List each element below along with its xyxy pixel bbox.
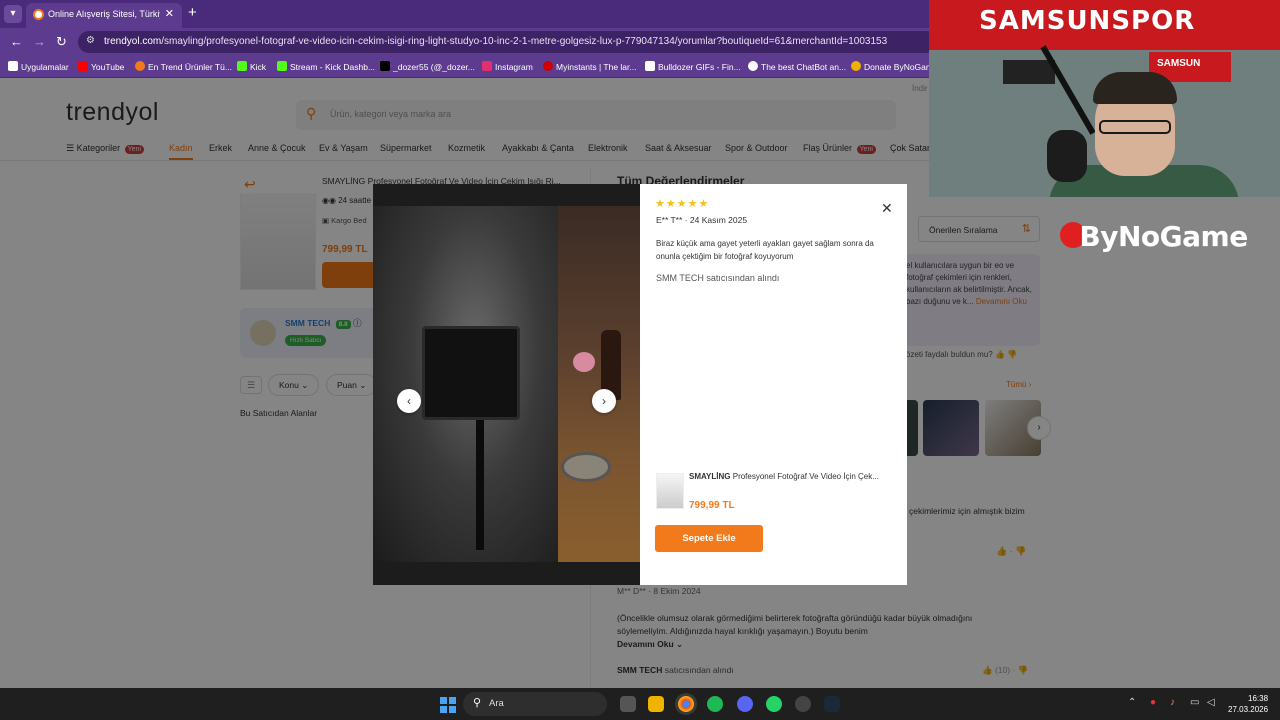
kick-icon [237,61,247,71]
bookmark-instagram[interactable]: Instagram [482,61,533,72]
bookmark-kick[interactable]: Kick [237,61,266,72]
discord-icon[interactable] [737,696,753,712]
bookmark-chatbot[interactable]: The best ChatBot an... [748,61,846,72]
whatsapp-icon[interactable] [766,696,782,712]
tray-app-icon[interactable]: ● [1150,697,1156,708]
bookmark-tiktok[interactable]: _dozer55 (@_dozer... [380,61,475,72]
streamer-glasses [1099,120,1171,134]
microphone-image [1047,130,1087,182]
network-icon[interactable]: ▭ [1190,697,1199,708]
windows-start-icon[interactable] [440,697,456,713]
bookmark-gifs[interactable]: Bulldozer GIFs - Fin... [645,61,741,72]
flower-image [573,352,595,372]
search-icon: ⚲ [473,697,482,709]
bynogame-logo: . ByNoGame [1079,220,1248,253]
light-stand-image [476,420,484,550]
task-view-icon[interactable] [620,696,636,712]
spotify-icon[interactable] [707,696,723,712]
chrome-icon[interactable] [678,696,694,712]
browser-tab[interactable]: Online Alışveriş Sitesi, Türkiye'nin... … [26,3,182,28]
mic-arm-image [1040,45,1096,135]
clock-date: 27.03.2026 [1228,705,1269,714]
scarf-text: SAMSUNSPOR [979,6,1196,36]
bookmark-kick-dashboard[interactable]: Stream - Kick Dashb... [277,61,375,72]
bookmark-youtube[interactable]: YouTube [78,61,124,72]
clock[interactable]: 16:38 27.03.2026 [1228,693,1268,715]
modal-product-name[interactable]: SMAYLİNG Profesyonel Fotoğraf Ve Video İ… [689,472,893,481]
site-info-icon[interactable]: ⚙ [86,35,95,46]
clock-time: 16:38 [1248,694,1269,703]
webcam-overlay: SAMSUNSPOR SAMSUN [929,0,1280,197]
obs-icon[interactable] [795,696,811,712]
tab-title: Online Alışveriş Sitesi, Türkiye'nin... [48,9,160,19]
taskbar-search-label: Ara [489,698,504,709]
review-photo-modal: ‹ › ✕ ★★★★★ E** T** · 24 Kasım 2025 Bira… [373,184,907,585]
streamer-hair [1093,72,1177,104]
back-icon[interactable]: ← [10,34,23,49]
instagram-icon [482,61,492,71]
review-photo-gallery: ‹ › [373,184,640,585]
review-photo-next [558,206,640,562]
trendyol-icon [135,61,145,71]
bookmark-donate[interactable]: Donate ByNoGam [851,61,933,72]
myinstants-icon [543,61,553,71]
volume-icon[interactable]: ◁ [1207,697,1215,708]
reload-icon[interactable]: ↻ [56,34,67,50]
light-panel-image [422,326,520,420]
modal-product-price: 799,99 TL [689,500,735,511]
chevron-left-icon[interactable]: ‹ [397,389,421,413]
scarf-banner: SAMSUNSPOR [929,0,1280,50]
windows-taskbar: ⚲ Ara ⌃ ● ♪ ▭ ◁ 16:38 27.03.2026 [0,688,1280,720]
modal-product-image[interactable] [656,473,684,509]
file-explorer-icon[interactable] [648,696,664,712]
bookmark-myinstants[interactable]: Myinstants | The lar... [543,61,636,72]
apps-grid-icon [8,61,18,71]
bookmark-apps[interactable]: Uygulamalar [8,61,69,72]
chevron-right-icon[interactable]: › [592,389,616,413]
url-input[interactable]: ⚙ trendyol.com/smayling/profesyonel-foto… [78,31,938,53]
trendyol-favicon-icon [33,9,44,20]
tab-close-icon[interactable]: ✕ [165,7,174,20]
new-tab-button[interactable]: + [188,4,197,21]
rating-stars: ★★★★★ [655,198,710,210]
flag-text: SAMSUN [1157,58,1201,69]
youtube-icon [78,61,88,71]
donate-icon [851,61,861,71]
gif-icon [645,61,655,71]
chatgpt-icon [748,61,758,71]
steam-icon[interactable] [824,696,840,712]
tiktok-icon [380,61,390,71]
taskbar-search[interactable]: ⚲ Ara [463,692,607,716]
pan-image [561,452,611,482]
close-icon[interactable]: ✕ [881,200,893,217]
review-author-date: E** T** · 24 Kasım 2025 [656,215,748,225]
forward-icon[interactable]: → [33,34,46,49]
kick-icon [277,61,287,71]
url-text: trendyol.com/smayling/profesyonel-fotogr… [104,36,888,47]
microphone-icon[interactable]: ♪ [1170,697,1175,708]
bookmark-trendyol[interactable]: En Trend Ürünler Tü... [135,61,232,72]
review-text: Biraz küçük ama gayet yeterli ayakları g… [656,239,874,261]
wall-plaque [1003,60,1055,84]
tray-chevron-icon[interactable]: ⌃ [1128,697,1136,708]
review-seller-line: SMM TECH satıcısından alındı [656,273,780,283]
tab-search-button[interactable]: ▾ [4,5,22,23]
add-to-cart-button[interactable]: Sepete Ekle [655,525,763,552]
